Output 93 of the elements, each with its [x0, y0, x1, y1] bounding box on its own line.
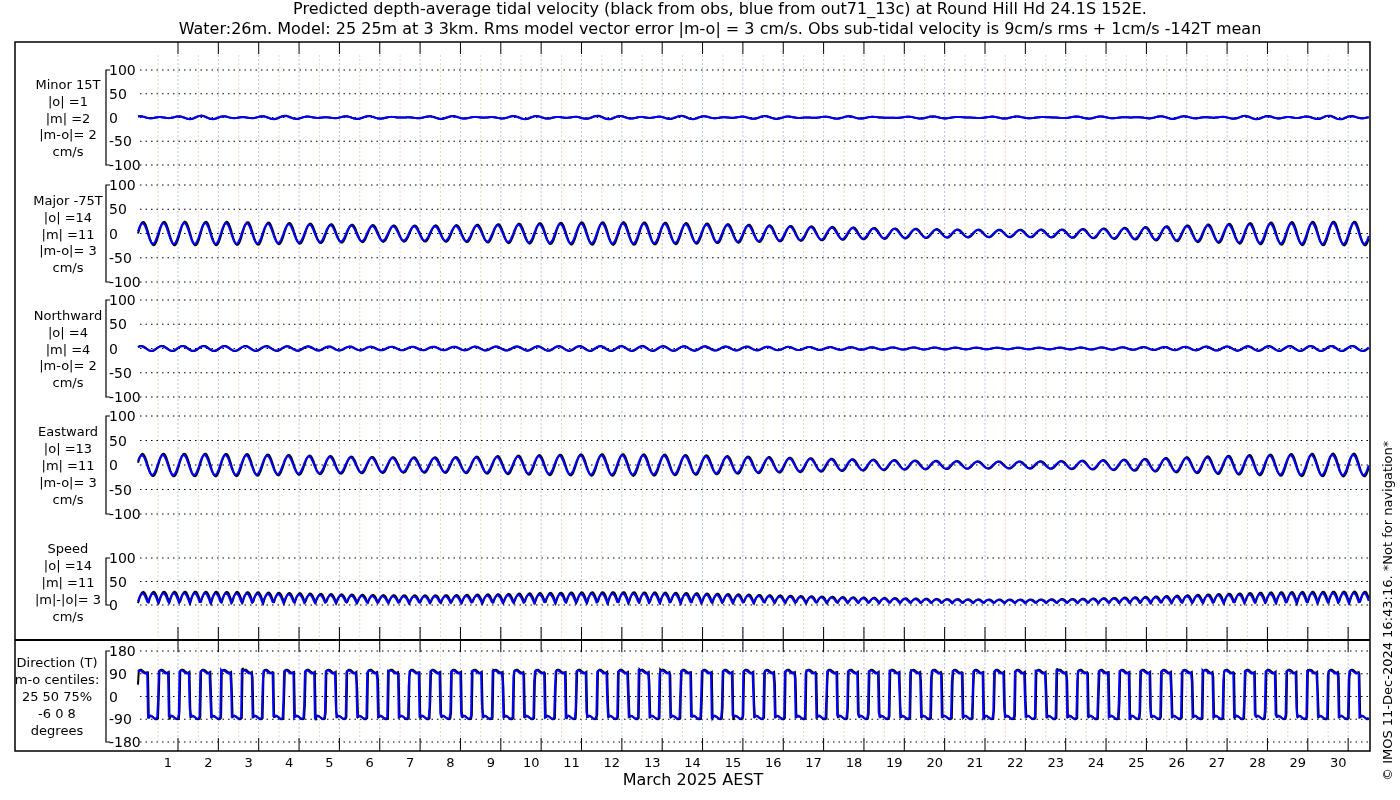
- y-tick-label: 50: [109, 85, 127, 102]
- y-tick-label: 50: [109, 201, 127, 218]
- panel-label: |m| =4: [45, 341, 91, 357]
- x-tick-label: 6: [365, 755, 374, 770]
- panel-label: |o| =1: [48, 93, 88, 109]
- y-tick-label: -180: [109, 734, 141, 750]
- y-tick-label: 100: [109, 62, 136, 78]
- x-tick-label: 16: [765, 755, 782, 770]
- panel-label: |m-o|= 2: [39, 127, 97, 143]
- panel-label: |o| =14: [43, 558, 93, 574]
- x-tick-label: 27: [1208, 755, 1226, 770]
- y-tick-label: -50: [109, 249, 132, 266]
- credit-text: © IMOS 11-Dec-2024 16:43:16. *Not for navigation*: [1380, 440, 1395, 781]
- x-tick-label: 8: [446, 755, 455, 770]
- panel-label: Minor 15T: [35, 76, 101, 92]
- x-tick-label: 5: [325, 755, 334, 770]
- y-tick-label: -100: [109, 506, 141, 522]
- panel-label: |o| =4: [48, 324, 88, 340]
- x-axis-title: March 2025 AEST: [622, 770, 764, 789]
- x-tick-label: 15: [724, 755, 742, 770]
- panel-label: cm/s: [52, 491, 84, 507]
- y-tick-label: -50: [109, 133, 132, 150]
- panel-label: degrees: [30, 722, 84, 738]
- x-tick-label: 13: [643, 755, 661, 770]
- y-tick-label: -50: [109, 364, 132, 381]
- panel-label: cm/s: [52, 375, 84, 391]
- panel-label: cm/s: [52, 608, 84, 624]
- panel-label: |m-o|= 3: [39, 474, 97, 490]
- panel-label: cm/s: [52, 260, 84, 276]
- y-tick-label: -100: [109, 274, 141, 290]
- panel-label: cm/s: [52, 144, 84, 160]
- x-tick-label: 2: [204, 755, 213, 770]
- chart-title: Predicted depth-average tidal velocity (black from obs, blue from out71_13c) at Round Hill Hd 24.1S 152E.: [293, 0, 1147, 18]
- x-tick-label: 22: [1007, 755, 1024, 770]
- panel-label: |o| =14: [43, 209, 93, 225]
- x-tick-label: 11: [563, 755, 580, 770]
- panel-label: |m| =11: [41, 458, 95, 473]
- panel-label: Eastward: [38, 424, 98, 440]
- x-tick-label: 1: [163, 755, 173, 770]
- x-tick-label: 9: [486, 755, 495, 770]
- panel-label: |m-o|= 2: [39, 358, 97, 374]
- panel-label: Speed: [47, 541, 89, 557]
- y-tick-label: 50: [109, 573, 127, 590]
- panel-label: |m| =2: [45, 110, 91, 126]
- y-tick-label: 0: [109, 340, 118, 357]
- x-tick-label: 17: [805, 755, 822, 770]
- y-tick-label: 0: [109, 688, 118, 705]
- panel-label: Direction (T): [16, 655, 98, 671]
- x-tick-label: 21: [966, 755, 984, 770]
- y-tick-label: 50: [109, 316, 127, 333]
- x-tick-label: 24: [1087, 755, 1105, 770]
- y-tick-label: 0: [109, 225, 118, 242]
- x-tick-label: 23: [1047, 755, 1064, 770]
- x-tick-label: 14: [684, 755, 701, 770]
- panel-label: -6 0 8: [38, 705, 76, 721]
- x-tick-label: 28: [1249, 755, 1266, 770]
- chart-title: Water:26m. Model: 25 25m at 3 3km. Rms model vector error |m-o| = 3 cm/s. Obs sub-tidal velocity is 9cm/s rms + 1cm/s -142T mean: [178, 19, 1262, 38]
- x-tick-label: 30: [1329, 755, 1347, 770]
- panel-label: |m| =11: [41, 226, 95, 242]
- x-tick-label: 19: [886, 755, 903, 770]
- y-tick-label: 180: [109, 643, 136, 659]
- y-tick-label: 100: [109, 292, 136, 308]
- x-tick-label: 3: [244, 755, 253, 770]
- y-tick-label: 100: [109, 550, 136, 566]
- x-tick-label: 25: [1128, 755, 1145, 770]
- y-tick-label: -100: [109, 157, 141, 173]
- x-tick-label: 29: [1289, 755, 1307, 770]
- y-tick-label: 100: [109, 408, 136, 424]
- y-tick-label: 100: [109, 177, 136, 193]
- y-tick-label: 90: [109, 665, 127, 682]
- x-tick-label: 18: [845, 755, 863, 770]
- panel-label: Northward: [33, 307, 103, 323]
- x-tick-label: 4: [284, 755, 294, 770]
- x-tick-label: 20: [926, 755, 943, 770]
- y-tick-label: 50: [109, 432, 127, 449]
- x-tick-label: 26: [1168, 755, 1185, 770]
- y-tick-label: 0: [109, 597, 118, 613]
- panel-label: 25 50 75%: [21, 689, 93, 704]
- x-tick-label: 12: [603, 755, 621, 770]
- panel-label: |m-o|= 3: [39, 243, 97, 259]
- x-tick-label: 10: [522, 755, 540, 770]
- y-tick-label: -90: [109, 711, 132, 728]
- y-tick-label: 0: [109, 457, 118, 473]
- panel-label: m-o centiles:: [14, 672, 100, 688]
- x-tick-label: 7: [405, 755, 415, 770]
- panel-label: |m|-|o|= 3: [34, 591, 102, 607]
- y-tick-label: -100: [109, 389, 141, 405]
- panel-label: |o| =13: [43, 441, 93, 457]
- panel-label: |m| =11: [41, 575, 95, 590]
- y-axis-line: [105, 557, 111, 606]
- panel-label: Major -75T: [33, 192, 103, 208]
- y-tick-label: 0: [109, 109, 118, 126]
- y-tick-label: -50: [109, 481, 132, 498]
